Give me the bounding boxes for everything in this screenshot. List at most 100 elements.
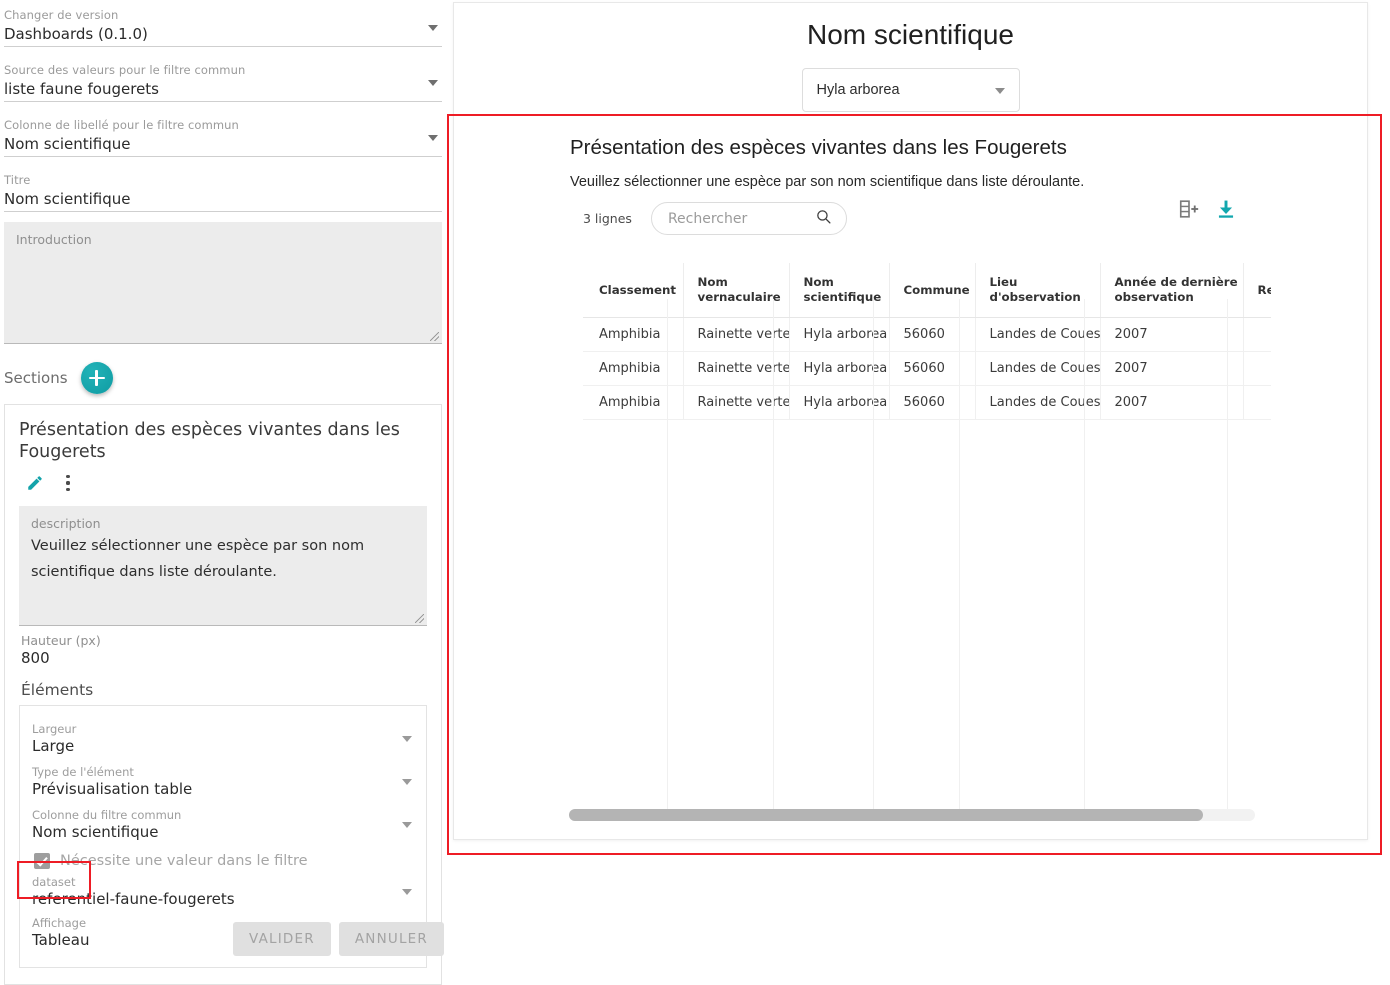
preview-filter-wrap: Hyla arborea — [454, 68, 1367, 112]
chevron-down-icon — [428, 25, 438, 31]
filter-column-select[interactable]: Colonne du filtre commun Nom scientifiqu… — [32, 802, 414, 845]
table-cell: Landes de Couesmé — [975, 385, 1101, 420]
search-input[interactable]: Rechercher — [650, 202, 847, 235]
table-cell: Hyla arborea — [789, 351, 890, 386]
table-cell: Rainette verte — [683, 385, 790, 420]
chevron-down-icon — [428, 135, 438, 141]
filter-column-label: Colonne du filtre commun — [32, 808, 182, 822]
height-field[interactable]: Hauteur (px) 800 — [19, 626, 427, 667]
largeur-value: Large — [32, 737, 75, 755]
table-add-column-icon[interactable] — [1178, 198, 1200, 225]
form-actions: VALIDER ANNULER — [0, 922, 446, 956]
table-cell: Rainette verte — [683, 351, 790, 386]
elements-heading: Éléments — [21, 681, 94, 699]
validate-button[interactable]: VALIDER — [233, 922, 331, 956]
table-toolbar: 3 lignes Rechercher — [470, 190, 1351, 235]
preview-section-title: Présentation des espèces vivantes dans l… — [570, 136, 1067, 159]
require-filter-value-label: Nécessite une valeur dans le filtre — [60, 853, 308, 869]
rows-count-label: 3 lignes — [583, 211, 632, 226]
table-row: Amphibia Rainette verte Hyla arborea 560… — [583, 317, 1271, 352]
scrollbar-thumb[interactable] — [569, 809, 1203, 821]
column-header[interactable]: Remarq — [1243, 263, 1271, 318]
description-label: description — [31, 516, 101, 531]
table-cell — [1243, 317, 1271, 352]
chevron-down-icon — [402, 822, 412, 828]
editor-sidebar: Changer de version Dashboards (0.1.0) So… — [0, 0, 446, 985]
filter-column-value: Nom scientifique — [32, 823, 159, 841]
height-value: 800 — [21, 649, 50, 667]
filter-source-label: Source des valeurs pour le filtre commun — [4, 63, 246, 77]
table-cell: Hyla arborea — [789, 317, 890, 352]
column-header[interactable]: Nom vernaculaire — [683, 263, 790, 318]
sections-label: Sections — [4, 369, 68, 387]
table-cell: 2007 — [1100, 351, 1244, 386]
require-filter-value-checkbox[interactable]: Nécessite une valeur dans le filtre — [32, 845, 414, 873]
search-placeholder: Rechercher — [667, 210, 748, 227]
version-select[interactable]: Changer de version Dashboards (0.1.0) — [4, 4, 442, 47]
table-cell: Rainette verte — [683, 317, 790, 352]
download-icon[interactable] — [1215, 198, 1237, 225]
version-select-value: Dashboards (0.1.0) — [4, 25, 148, 43]
column-header[interactable]: Lieu d'observation — [975, 263, 1101, 318]
checkbox-checked-icon — [34, 853, 50, 869]
filter-label-column-select[interactable]: Colonne de libellé pour le filtre commun… — [4, 114, 442, 157]
pencil-icon[interactable] — [26, 474, 44, 492]
title-input[interactable]: Titre Nom scientifique — [4, 169, 442, 212]
introduction-placeholder: Introduction — [16, 232, 92, 247]
chevron-down-icon — [402, 736, 412, 742]
more-vertical-icon[interactable] — [66, 475, 70, 491]
table-cell: 56060 — [889, 317, 976, 352]
chevron-down-icon — [428, 80, 438, 86]
table-cell: 56060 — [889, 351, 976, 386]
chevron-down-icon — [994, 88, 1005, 94]
species-table: Classement Nom vernaculaire Nom scientif… — [583, 263, 1271, 420]
table-scroll-region[interactable]: Classement Nom vernaculaire Nom scientif… — [583, 263, 1271, 420]
filter-label-column-label: Colonne de libellé pour le filtre commun — [4, 118, 239, 132]
add-section-button[interactable] — [80, 362, 113, 394]
filter-source-select[interactable]: Source des valeurs pour le filtre commun… — [4, 59, 442, 102]
description-textarea[interactable]: description Veuillez sélectionner une es… — [19, 506, 427, 626]
title-input-label: Titre — [4, 173, 31, 187]
search-icon — [815, 208, 832, 230]
largeur-select[interactable]: Largeur Large — [32, 716, 414, 759]
resize-handle-icon[interactable] — [430, 332, 439, 341]
cancel-button[interactable]: ANNULER — [338, 922, 444, 956]
dashboard-preview-panel: Nom scientifique Hyla arborea Présentati… — [453, 2, 1368, 840]
table-cell: 56060 — [889, 385, 976, 420]
column-header[interactable]: Nom scientifique — [789, 263, 890, 318]
table-cell: Amphibia — [583, 385, 684, 420]
column-header[interactable]: Classement — [583, 263, 684, 318]
table-cell: Amphibia — [583, 351, 684, 386]
element-type-select[interactable]: Type de l'élément Prévisualisation table — [32, 759, 414, 802]
table-horizontal-scrollbar[interactable] — [569, 809, 1255, 821]
table-header-row: Classement Nom vernaculaire Nom scientif… — [583, 263, 1271, 318]
preview-section-description: Veuillez sélectionner une espèce par son… — [570, 174, 1085, 190]
filter-label-column-value: Nom scientifique — [4, 135, 131, 153]
column-header[interactable]: Commune — [889, 263, 976, 318]
table-cell: 2007 — [1100, 385, 1244, 420]
table-cell — [1243, 351, 1271, 386]
description-value: Veuillez sélectionner une espèce par son… — [31, 538, 365, 580]
version-select-label: Changer de version — [4, 8, 119, 22]
filter-source-value: liste faune fougerets — [4, 80, 159, 98]
table-cell: Landes de Couesmé — [975, 317, 1101, 352]
preview-section: Présentation des espèces vivantes dans l… — [470, 136, 1351, 821]
chevron-down-icon — [402, 779, 412, 785]
preview-title: Nom scientifique — [807, 19, 1014, 50]
species-filter-select[interactable]: Hyla arborea — [801, 68, 1020, 112]
species-filter-value: Hyla arborea — [816, 82, 900, 98]
section-actions — [19, 474, 427, 492]
title-input-value: Nom scientifique — [4, 190, 131, 208]
section-card: Présentation des espèces vivantes dans l… — [4, 404, 442, 985]
introduction-textarea[interactable]: Introduction — [4, 222, 442, 344]
element-type-value: Prévisualisation table — [32, 780, 193, 798]
table-cell: Landes de Couesmé — [975, 351, 1101, 386]
dataset-select[interactable]: dataset referentiel-faune-fougerets — [32, 873, 414, 912]
resize-handle-icon[interactable] — [415, 614, 424, 623]
section-title: Présentation des espèces vivantes dans l… — [19, 420, 400, 462]
table-tool-icons — [1178, 198, 1237, 225]
table-cell: Hyla arborea — [789, 385, 890, 420]
largeur-label: Largeur — [32, 722, 77, 736]
sections-header: Sections — [2, 344, 444, 404]
column-header[interactable]: Année de dernière observation — [1100, 263, 1244, 318]
